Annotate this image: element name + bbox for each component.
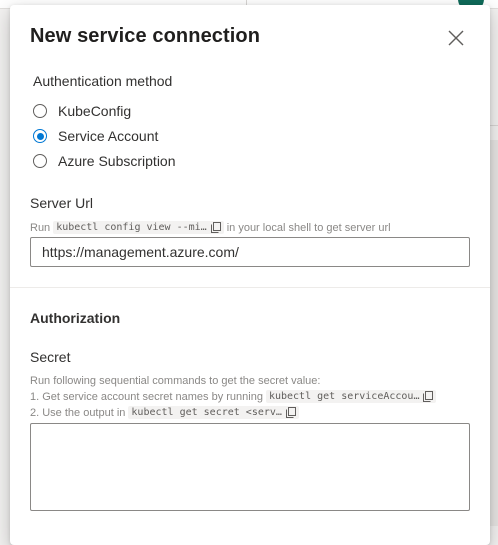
copy-icon[interactable] bbox=[423, 391, 434, 402]
help-text: 1. Get service account secret names by r… bbox=[30, 390, 263, 403]
background-divider bbox=[489, 125, 498, 126]
radio-label: KubeConfig bbox=[58, 103, 132, 119]
radio-label: Azure Subscription bbox=[58, 153, 176, 169]
secret-help-intro: Run following sequential commands to get… bbox=[30, 375, 321, 387]
close-icon bbox=[448, 30, 464, 46]
secret-textarea[interactable] bbox=[30, 423, 470, 511]
code-snippet: kubectl config view --mi… bbox=[53, 221, 224, 234]
help-text: in your local shell to get server url bbox=[226, 221, 391, 234]
server-url-help: Run kubectl config view --mi… in your lo… bbox=[30, 221, 391, 234]
authorization-heading: Authorization bbox=[30, 310, 121, 326]
code-text: kubectl config view --mi… bbox=[56, 222, 207, 233]
server-url-value: https://management.azure.com/ bbox=[42, 244, 239, 260]
secret-label: Secret bbox=[30, 349, 71, 365]
new-service-connection-dialog: New service connection Authentication me… bbox=[10, 5, 490, 545]
server-url-input[interactable]: https://management.azure.com/ bbox=[30, 237, 470, 267]
radio-button[interactable] bbox=[33, 129, 47, 143]
code-snippet: kubectl get secret <serv… bbox=[128, 406, 299, 419]
background-panel bbox=[489, 140, 498, 526]
section-divider bbox=[10, 287, 490, 288]
secret-help-step1: 1. Get service account secret names by r… bbox=[30, 390, 439, 403]
help-text: 2. Use the output in bbox=[30, 406, 126, 419]
code-text: kubectl get serviceAccou… bbox=[268, 391, 420, 402]
copy-icon[interactable] bbox=[285, 407, 296, 418]
radio-azure-subscription[interactable]: Azure Subscription bbox=[33, 151, 176, 171]
server-url-label: Server Url bbox=[30, 195, 94, 211]
copy-icon[interactable] bbox=[210, 222, 221, 233]
radio-service-account[interactable]: Service Account bbox=[33, 126, 158, 146]
code-snippet: kubectl get serviceAccou… bbox=[265, 390, 437, 403]
radio-button[interactable] bbox=[33, 154, 47, 168]
radio-label: Service Account bbox=[58, 128, 159, 144]
auth-method-label: Authentication method bbox=[33, 73, 173, 89]
radio-button[interactable] bbox=[33, 104, 47, 118]
dialog-title: New service connection bbox=[30, 25, 261, 47]
help-text: Run bbox=[30, 221, 51, 234]
code-text: kubectl get secret <serv… bbox=[131, 407, 282, 418]
radio-kubeconfig[interactable]: KubeConfig bbox=[33, 101, 131, 121]
secret-help-step2: 2. Use the output in kubectl get secret … bbox=[30, 406, 302, 419]
close-button[interactable] bbox=[445, 27, 467, 49]
